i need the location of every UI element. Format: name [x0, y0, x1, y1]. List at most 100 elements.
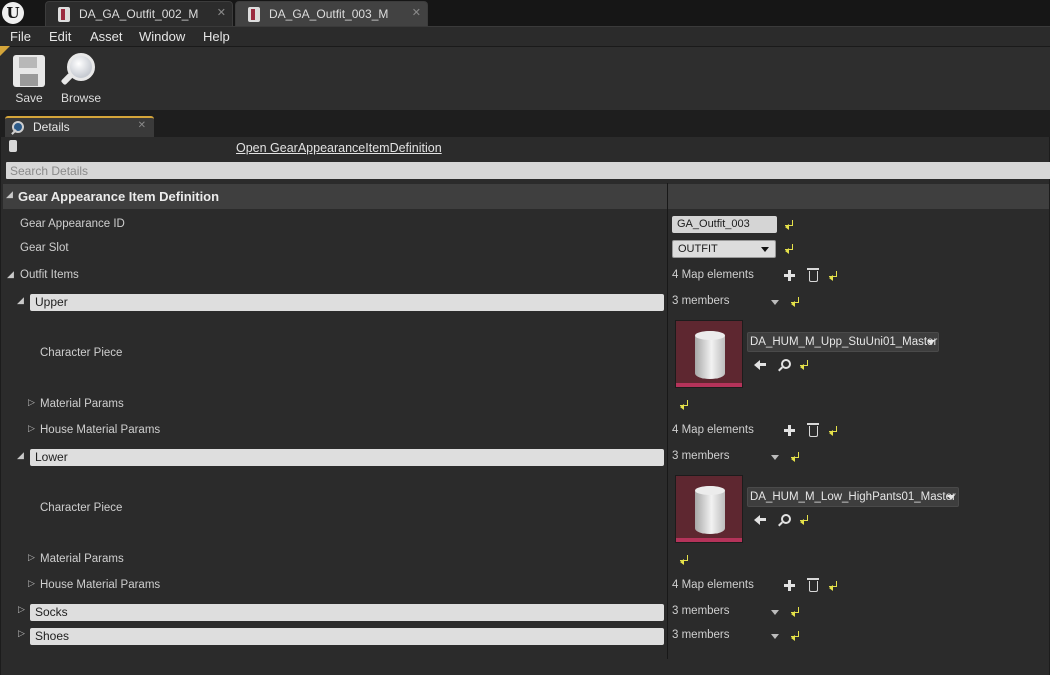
expand-arrow-icon[interactable]: ▷ [28, 553, 35, 563]
lower-members: 3 members [672, 450, 730, 462]
trash-icon[interactable] [807, 268, 819, 282]
row-upper: ◢ Upper 3 members [3, 290, 1049, 314]
menu-asset[interactable]: Asset [90, 29, 123, 44]
reset-icon[interactable] [829, 271, 838, 281]
details-icon [11, 121, 24, 134]
chevron-down-icon [927, 340, 935, 345]
collapse-arrow-icon[interactable]: ◢ [17, 296, 24, 306]
tab-outfit-002[interactable]: DA_GA_Outfit_002_M ✕ [45, 1, 233, 26]
use-selected-icon[interactable] [754, 359, 766, 370]
socks-key-field[interactable]: Socks [30, 604, 664, 621]
reset-icon[interactable] [680, 555, 689, 565]
tab-details[interactable]: Details ✕ [5, 116, 154, 137]
socks-label: Socks [35, 605, 68, 619]
gear-appearance-id-label: Gear Appearance ID [20, 218, 125, 230]
asset-thumbnail[interactable] [675, 475, 743, 543]
reset-icon[interactable] [800, 515, 809, 525]
expand-arrow-icon[interactable]: ▷ [28, 424, 35, 434]
gear-slot-value: OUTFIT [678, 243, 718, 255]
shoes-members: 3 members [672, 629, 730, 641]
chevron-down-icon[interactable] [771, 455, 779, 460]
menu-window[interactable]: Window [139, 29, 185, 44]
shoes-label: Shoes [35, 629, 70, 643]
collapse-arrow-icon[interactable]: ◢ [6, 190, 13, 200]
asset-thumbnail[interactable] [675, 320, 743, 388]
expand-arrow-icon[interactable]: ▷ [28, 398, 35, 408]
save-icon [13, 55, 45, 87]
socks-members: 3 members [672, 605, 730, 617]
material-params-label: Material Params [40, 553, 124, 565]
lower-label: Lower [35, 450, 68, 464]
menu-edit[interactable]: Edit [49, 29, 71, 44]
lock-icon[interactable] [9, 140, 17, 152]
trash-icon[interactable] [807, 423, 819, 437]
reset-icon[interactable] [829, 426, 838, 436]
tab-label: DA_GA_Outfit_003_M [269, 7, 389, 21]
add-element-icon[interactable] [784, 580, 795, 591]
add-element-icon[interactable] [784, 270, 795, 281]
save-label: Save [15, 91, 43, 105]
reset-icon[interactable] [791, 297, 800, 307]
expand-arrow-icon[interactable]: ▷ [28, 579, 35, 589]
collapse-arrow-icon[interactable]: ◢ [7, 270, 14, 280]
reset-icon[interactable] [791, 631, 800, 641]
character-piece-asset-picker[interactable]: DA_HUM_M_Low_HighPants01_Master [747, 487, 959, 507]
collapse-arrow-icon[interactable]: ◢ [17, 451, 24, 461]
outfit-items-count: 4 Map elements [672, 269, 754, 281]
panel-tab-strip: Details ✕ [0, 110, 1050, 137]
upper-key-field[interactable]: Upper [30, 294, 664, 311]
asset-preview-shape [695, 331, 725, 379]
tab-outfit-003[interactable]: DA_GA_Outfit_003_M ✕ [235, 1, 428, 26]
row-gear-slot: Gear Slot OUTFIT [3, 237, 1049, 261]
reset-icon[interactable] [785, 244, 794, 254]
search-input[interactable] [6, 162, 1050, 179]
character-piece-asset-picker[interactable]: DA_HUM_M_Upp_StuUni01_Master [747, 332, 939, 352]
title-bar: U DA_GA_Outfit_002_M ✕ DA_GA_Outfit_003_… [0, 0, 1050, 26]
reset-icon[interactable] [791, 452, 800, 462]
chevron-down-icon[interactable] [771, 634, 779, 639]
chevron-down-icon[interactable] [771, 610, 779, 615]
lower-key-field[interactable]: Lower [30, 449, 664, 466]
chevron-down-icon [761, 247, 769, 252]
asset-name: DA_HUM_M_Low_HighPants01_Master [750, 491, 956, 503]
close-icon[interactable]: ✕ [412, 6, 421, 19]
house-material-params-count: 4 Map elements [672, 579, 754, 591]
add-element-icon[interactable] [784, 425, 795, 436]
material-params-label: Material Params [40, 398, 124, 410]
open-definition-link[interactable]: Open GearAppearanceItemDefinition [236, 141, 442, 155]
search-icon[interactable] [778, 359, 791, 371]
chevron-down-icon [947, 495, 955, 500]
menu-file[interactable]: File [10, 29, 31, 44]
menu-help[interactable]: Help [203, 29, 230, 44]
save-button[interactable]: Save [7, 47, 51, 109]
asset-type-bar [676, 538, 742, 542]
browse-label: Browse [60, 91, 101, 105]
category-header[interactable]: ◢ Gear Appearance Item Definition [3, 184, 1049, 209]
reset-icon[interactable] [785, 220, 794, 230]
row-lower-house-material-params: ▷ House Material Params 4 Map elements [3, 574, 1049, 598]
close-icon[interactable]: ✕ [217, 6, 226, 19]
row-socks: ▷ Socks 3 members [3, 600, 1049, 624]
expand-arrow-icon[interactable]: ▷ [18, 605, 25, 615]
reset-icon[interactable] [800, 360, 809, 370]
details-panel: Open GearAppearanceItemDefinition ◢ Gear… [0, 137, 1050, 675]
close-icon[interactable]: ✕ [138, 120, 146, 131]
reset-icon[interactable] [791, 607, 800, 617]
trash-icon[interactable] [807, 578, 819, 592]
handle-shape [60, 72, 74, 86]
reset-icon[interactable] [680, 400, 689, 410]
gear-slot-dropdown[interactable]: OUTFIT [672, 240, 776, 258]
row-outfit-items: ◢ Outfit Items 4 Map elements [3, 264, 1049, 288]
chevron-down-icon[interactable] [771, 300, 779, 305]
browse-button[interactable]: Browse [59, 47, 103, 109]
reset-icon[interactable] [829, 581, 838, 591]
use-selected-icon[interactable] [754, 514, 766, 525]
expand-arrow-icon[interactable]: ▷ [18, 629, 25, 639]
upper-label: Upper [35, 295, 68, 309]
gear-appearance-id-field[interactable]: GA_Outfit_003 [672, 216, 777, 233]
shoes-key-field[interactable]: Shoes [30, 628, 664, 645]
search-details[interactable] [6, 162, 1050, 179]
menu-bar: File Edit Asset Window Help [0, 26, 1050, 46]
character-piece-label: Character Piece [40, 347, 123, 359]
search-icon[interactable] [778, 514, 791, 526]
